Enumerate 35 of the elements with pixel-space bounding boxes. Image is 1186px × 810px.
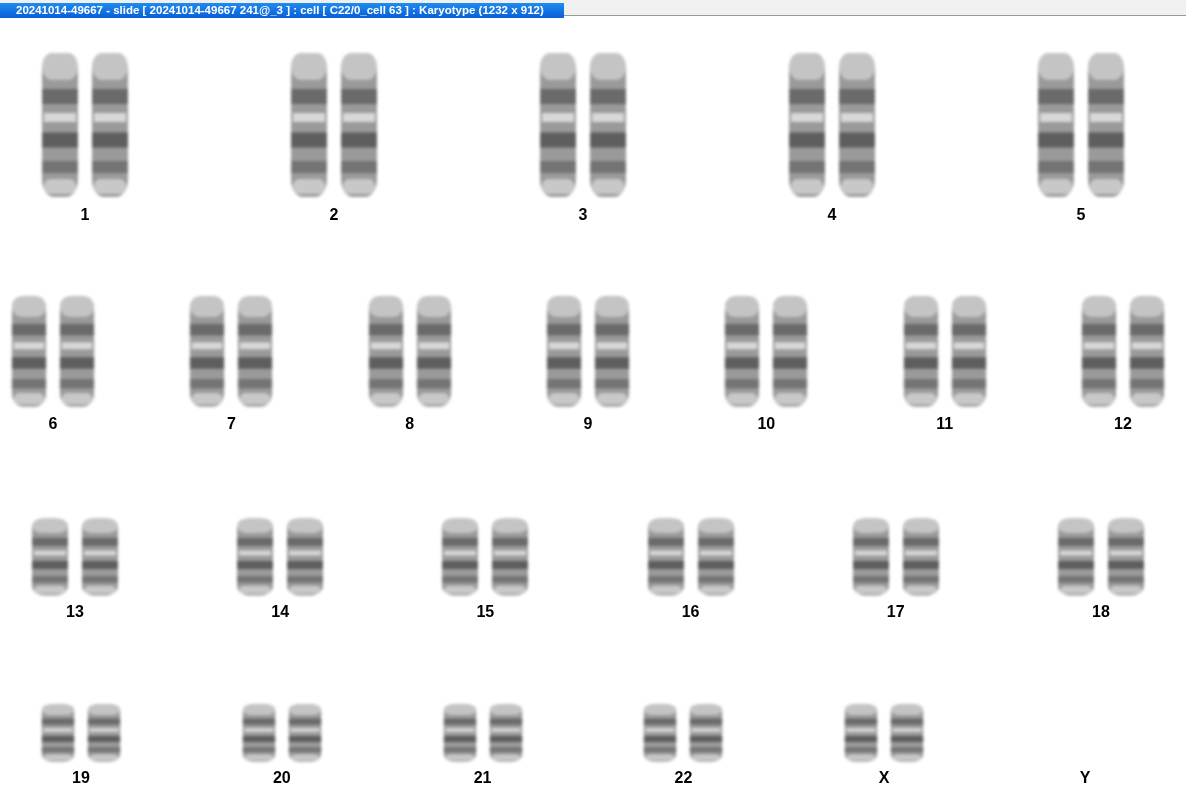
chromosome-drawing: [240, 703, 277, 763]
window-title: 20241014-49667 - slide [ 20241014-49667 241@_3 ] : cell [ C22/0_cell 63 ] : Karyotype (1232 x 912): [0, 3, 564, 18]
chromosome-label: 3: [578, 206, 588, 224]
chromosome-label: 12: [1114, 415, 1132, 433]
chromosome-drawing: [642, 703, 679, 763]
chromosome-label: 21: [473, 769, 492, 787]
chromosome-label: 18: [1092, 603, 1110, 621]
chromosome-drawing: [688, 703, 725, 763]
chromosome-drawing: [843, 703, 880, 763]
chromosome-drawing: [441, 703, 478, 763]
chromosome-label: 17: [886, 603, 905, 621]
chromosome-label: 20: [272, 769, 291, 787]
chromosome-label: 15: [476, 603, 495, 621]
chromosome-label: 22: [674, 769, 693, 787]
chromosome-drawing: [86, 703, 122, 763]
chromosome-drawing: [286, 703, 323, 763]
chromosome-label: 13: [66, 603, 84, 621]
chromosome-label: 16: [681, 603, 700, 621]
chromosome-drawing: [40, 703, 76, 763]
chromosome-label: 7: [226, 415, 236, 433]
chromosome-label: 8: [405, 415, 415, 433]
chromosome-label: 19: [72, 769, 90, 787]
chromosome-label: 11: [936, 415, 954, 433]
chromosome-label: Y: [1079, 769, 1091, 787]
chromosome-label: 2: [329, 206, 339, 224]
chromosome-label: 4: [827, 206, 837, 224]
chromosome-label: 9: [583, 415, 593, 433]
chromosome-drawing: [889, 703, 926, 763]
chromosome-label: 6: [48, 415, 58, 433]
chromosome-drawing: [487, 703, 524, 763]
chromosome-label: 14: [271, 603, 290, 621]
chromosome-label: X: [878, 769, 890, 787]
chromosome-label: 10: [757, 415, 776, 433]
chromosome-label: 1: [80, 206, 90, 224]
chromosome-label: 5: [1076, 206, 1086, 224]
